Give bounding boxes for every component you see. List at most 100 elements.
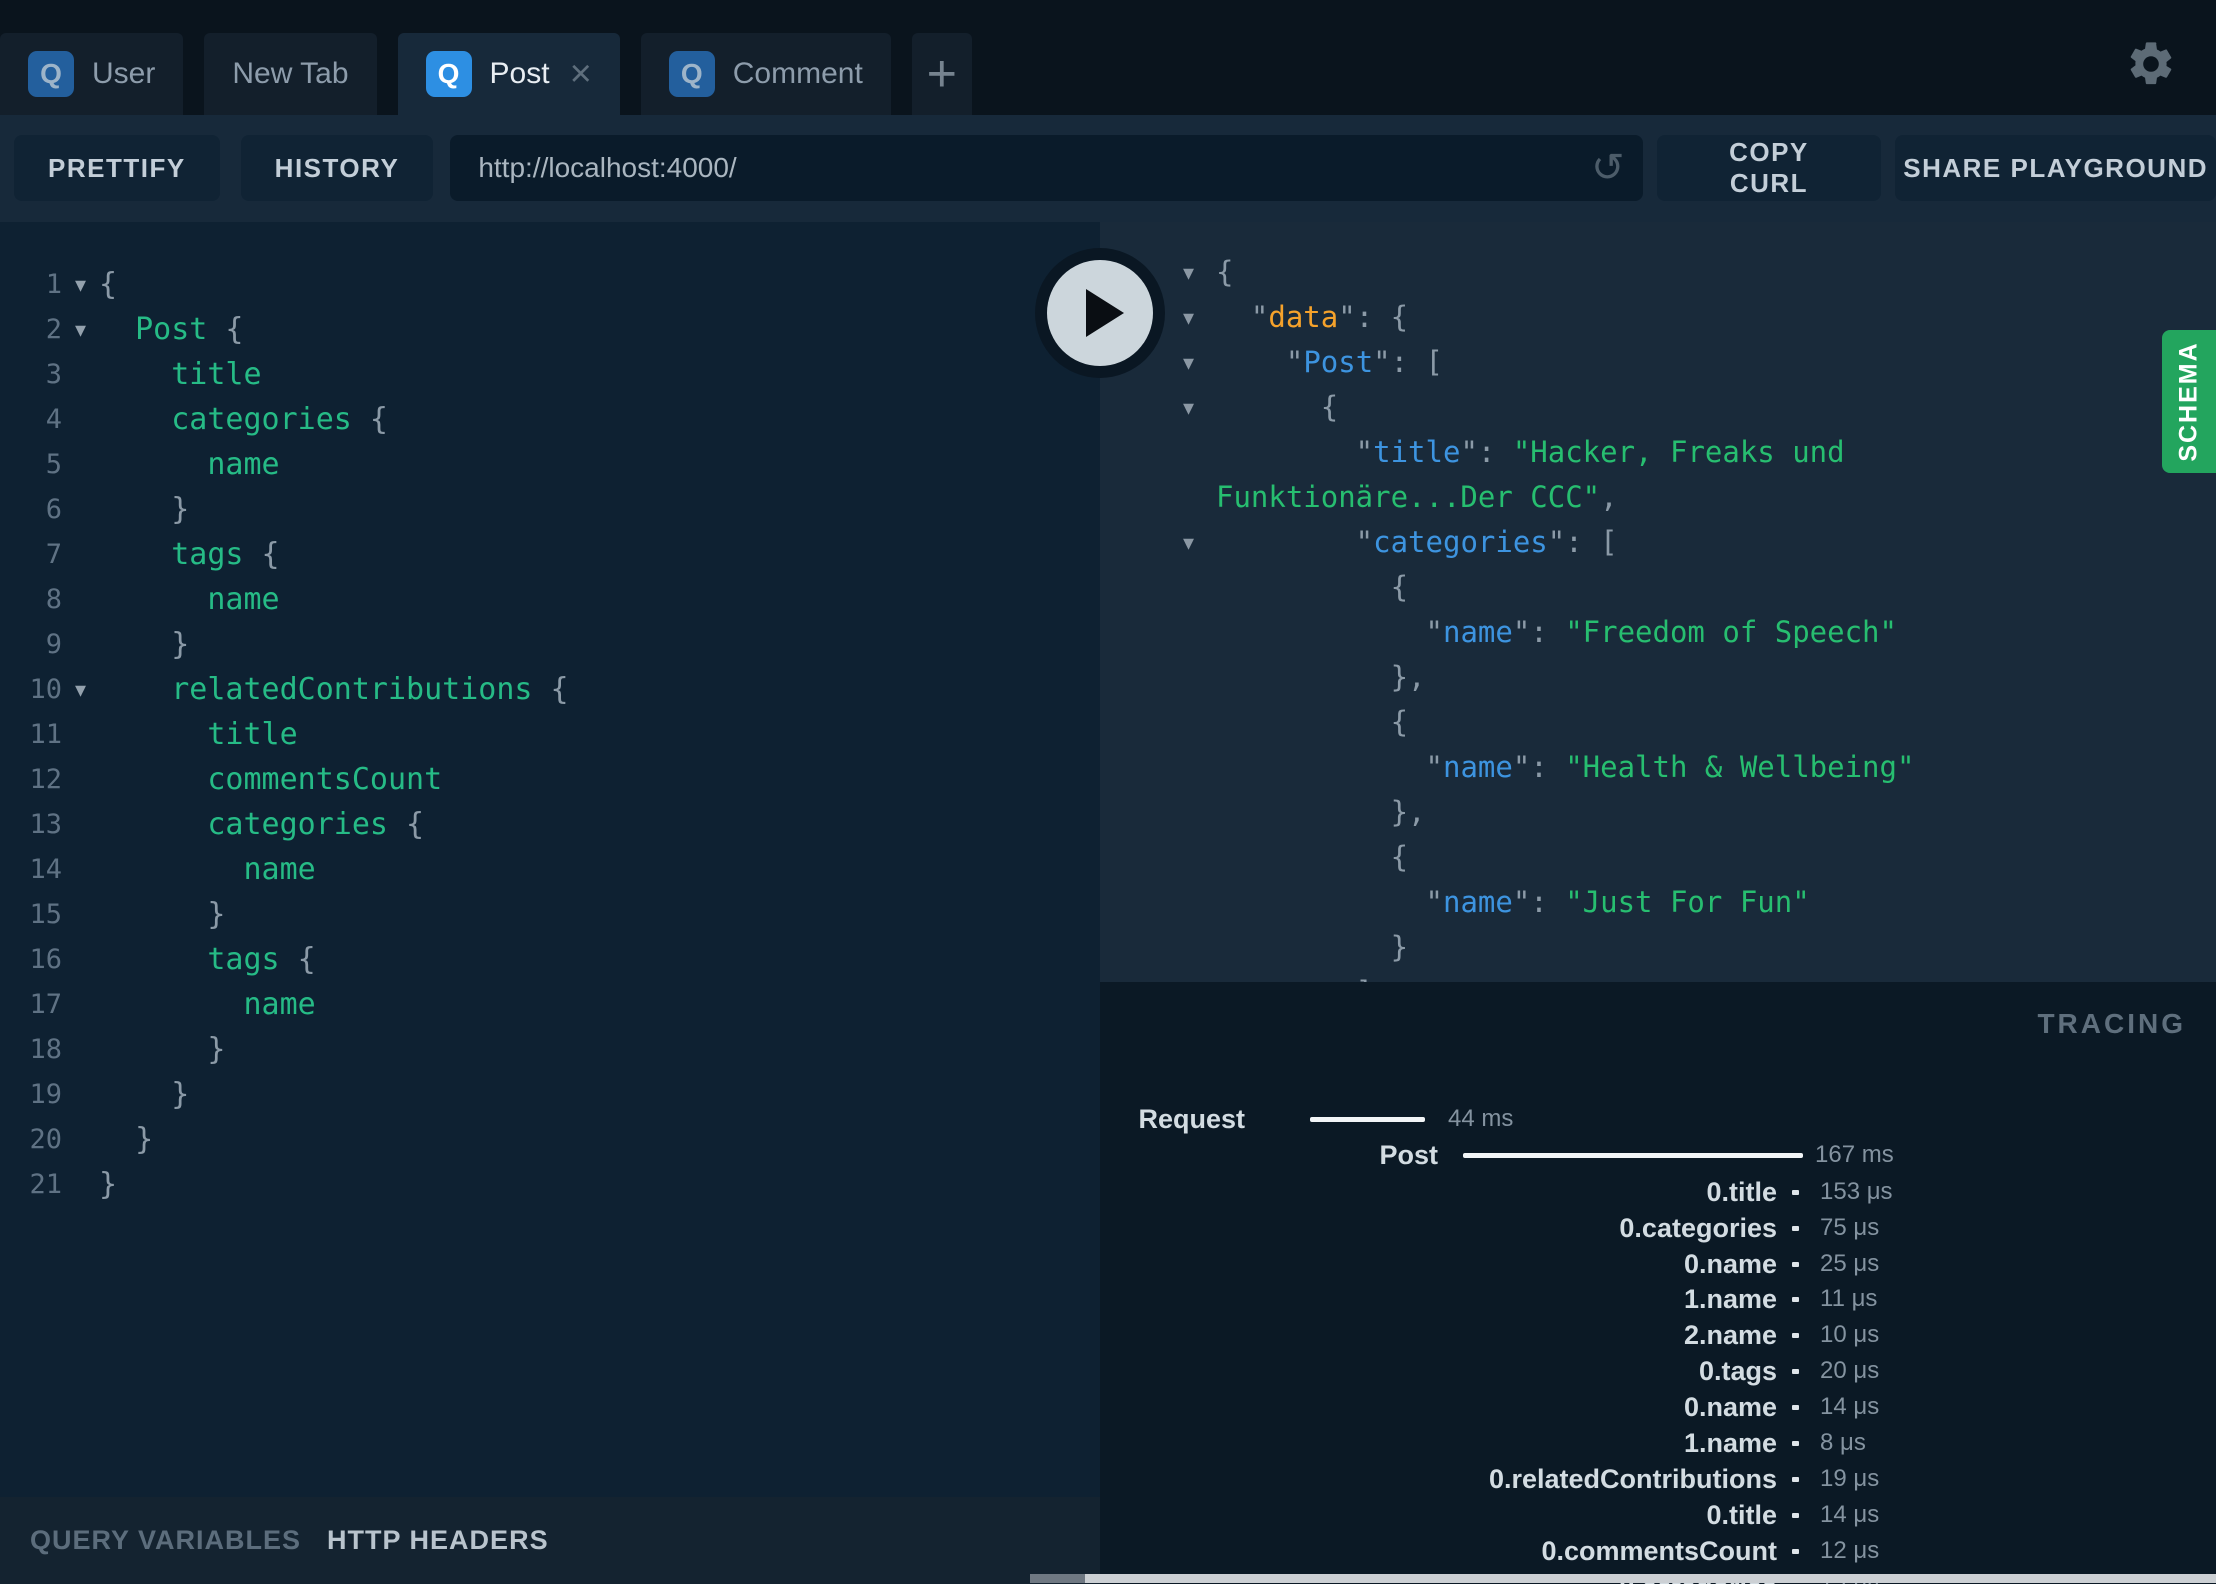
horizontal-scrollbar-thumb[interactable] xyxy=(1030,1574,1085,1583)
tab-new-tab[interactable]: New Tab xyxy=(204,33,377,115)
tab-comment[interactable]: Q Comment xyxy=(640,33,891,115)
token-p xyxy=(99,942,207,977)
tracing-row: Post 167 ms xyxy=(1100,1137,2216,1173)
prettify-button[interactable]: PRETTIFY xyxy=(14,135,220,201)
token-p: { xyxy=(1216,570,1409,604)
token-p: , xyxy=(1600,480,1618,514)
tracing-dash-icon xyxy=(1792,1262,1799,1267)
tracing-duration-value: 12 μs xyxy=(1820,1537,1880,1564)
code-text: "name": "Health & Wellbeing" xyxy=(1216,745,1915,790)
tracing-duration-value: 153 μs xyxy=(1820,1178,1893,1205)
reload-schema-icon[interactable]: ↺ xyxy=(1591,145,1625,191)
token-str: "Freedom of Speech" xyxy=(1565,615,1897,649)
schema-tab-label: SCHEMA xyxy=(2174,341,2203,462)
new-tab-plus-button[interactable]: + xyxy=(911,33,972,115)
fold-arrow-icon[interactable]: ▾ xyxy=(62,307,99,352)
execute-query-button[interactable] xyxy=(1035,248,1165,378)
token-p xyxy=(99,717,207,752)
toolbar: PRETTIFY HISTORY ↺ COPY CURL SHARE PLAYG… xyxy=(0,115,2216,222)
token-p: ": [ xyxy=(1373,345,1443,379)
editor-line: 7 tags { xyxy=(0,532,1100,577)
response-line: { xyxy=(1100,835,2216,880)
schema-sidebar-tab[interactable]: SCHEMA xyxy=(2162,330,2216,473)
token-p: " xyxy=(1216,615,1443,649)
tracing-row: Request 44 ms xyxy=(1100,1101,2216,1137)
token-p xyxy=(99,987,244,1022)
token-p: { xyxy=(1216,255,1234,289)
query-variables-tab[interactable]: QUERY VARIABLES xyxy=(30,1525,301,1556)
token-dkey: data xyxy=(1268,300,1339,334)
endpoint-url-input[interactable] xyxy=(450,135,1643,201)
token-str: "Just For Fun" xyxy=(1565,885,1810,919)
fold-arrow-icon[interactable]: ▾ xyxy=(62,667,99,712)
tab-post[interactable]: Q Post × xyxy=(397,33,620,115)
token-f: tags xyxy=(171,537,244,572)
copy-curl-button[interactable]: COPY CURL xyxy=(1656,135,1882,201)
line-number: 7 xyxy=(45,539,62,570)
line-number: 11 xyxy=(29,719,62,750)
tab-user[interactable]: Q User xyxy=(0,33,184,115)
token-p: } xyxy=(99,492,190,527)
response-line: ▾ "Post": [ xyxy=(1100,340,2216,385)
code-text: "data": { xyxy=(1216,295,1408,340)
code-text: tags { xyxy=(99,532,279,577)
token-p: " xyxy=(1216,750,1443,784)
editor-line: 1 ▾{ xyxy=(0,262,1100,307)
code-text: }, xyxy=(1216,655,1426,700)
http-headers-tab[interactable]: HTTP HEADERS xyxy=(327,1525,549,1556)
tracing-duration-value: 75 μs xyxy=(1820,1214,1880,1241)
tracing-duration-value: 19 μs xyxy=(1820,1465,1880,1492)
token-p xyxy=(99,447,207,482)
token-f: name xyxy=(243,987,316,1022)
token-f: relatedContributions xyxy=(171,672,533,707)
fold-arrow-icon[interactable]: ▾ xyxy=(1183,250,1216,295)
line-number: 1 xyxy=(45,269,62,300)
horizontal-scrollbar-track[interactable] xyxy=(1085,1574,2216,1583)
token-p: { xyxy=(1216,705,1409,739)
endpoint-url-wrap: ↺ xyxy=(450,135,1643,201)
tracing-field-name: 0.name xyxy=(1683,1249,1777,1279)
token-p xyxy=(99,357,171,392)
tracing-panel: TRACING Request 44 ms Post 167 ms 0.title 153… xyxy=(1100,982,2216,1584)
query-editor-pane[interactable]: 1 ▾{2 ▾ Post {3 title 4 categories {5 name 6… xyxy=(0,222,1100,1584)
token-p: { xyxy=(1216,840,1409,874)
code-text: "title": "Hacker, Freaks und xyxy=(1216,430,1845,475)
settings-gear-icon[interactable] xyxy=(2125,38,2177,90)
fold-arrow-icon[interactable]: ▾ xyxy=(1183,385,1216,430)
fold-arrow-icon[interactable]: ▾ xyxy=(62,262,99,307)
fold-arrow-icon[interactable]: ▾ xyxy=(1183,295,1216,340)
line-number: 9 xyxy=(45,629,62,660)
fold-arrow-icon[interactable]: ▾ xyxy=(1183,520,1216,565)
tracing-dash-icon xyxy=(1792,1190,1799,1195)
line-number: 13 xyxy=(29,809,62,840)
line-number: 8 xyxy=(45,584,62,615)
token-p: } xyxy=(99,1122,154,1157)
editor-line: 3 title xyxy=(0,352,1100,397)
tab-list: Q User New Tab Q Post × Q Comment + xyxy=(0,33,972,115)
token-p: " xyxy=(1216,525,1374,559)
editor-line: 17 name xyxy=(0,982,1100,1027)
history-button[interactable]: HISTORY xyxy=(240,135,434,201)
token-f: name xyxy=(207,447,280,482)
editor-line: 19 } xyxy=(0,1072,1100,1117)
code-text: tags { xyxy=(99,937,315,982)
fold-arrow-icon[interactable]: ▾ xyxy=(1183,340,1216,385)
tracing-field-name: 0.name xyxy=(1683,1392,1777,1422)
response-line: { xyxy=(1100,700,2216,745)
line-number: 12 xyxy=(29,764,62,795)
close-tab-icon[interactable]: × xyxy=(570,55,592,93)
share-playground-button[interactable]: SHARE PLAYGROUND xyxy=(1895,135,2216,201)
tracing-duration-value: 11 μs xyxy=(1820,1285,1878,1312)
token-f: name xyxy=(243,852,316,887)
